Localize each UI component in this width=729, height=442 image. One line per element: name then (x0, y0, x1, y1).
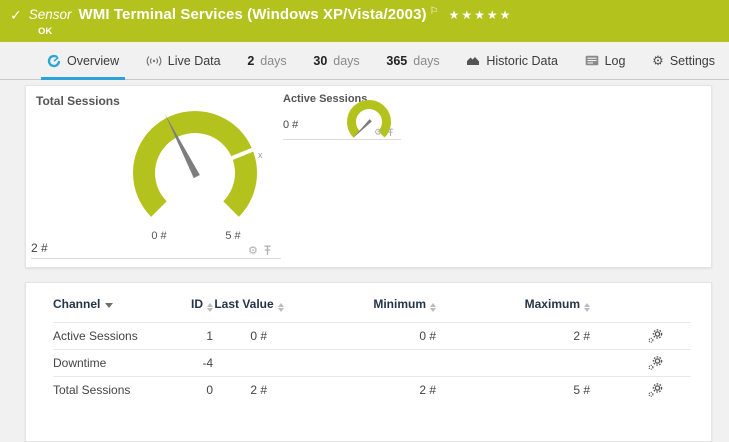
table-row: Total Sessions 0 2 # 2 # 5 # (53, 376, 691, 403)
divider (31, 258, 281, 259)
pin-icon[interactable] (387, 128, 394, 137)
channel-name: Downtime (53, 356, 173, 370)
tab-live-data[interactable]: Live Data (144, 42, 223, 79)
channel-last-value: 2 # (213, 383, 303, 397)
gear-icon[interactable]: ⚙ (374, 127, 382, 137)
tab-label: Overview (67, 54, 119, 68)
gauge-marker-label: x (258, 150, 263, 160)
channel-id: 0 (173, 383, 213, 397)
sensor-header: ✓ Sensor WMI Terminal Services (Windows … (0, 0, 729, 42)
tab-overview[interactable]: Overview (45, 42, 121, 79)
tab-unit: days (413, 54, 439, 68)
tab-label: Live Data (168, 54, 221, 68)
area-chart-icon (466, 55, 480, 66)
column-label: Last Value (214, 297, 273, 311)
table-row: Downtime -4 (53, 349, 691, 376)
column-header-maximum[interactable]: Maximum (436, 297, 590, 312)
total-sessions-current-value: 2 # (31, 241, 48, 255)
tab-bar: Overview Live Data 2 days 30 days 365 da… (0, 42, 729, 80)
tab-number: 30 (313, 54, 327, 68)
column-label: Minimum (373, 297, 426, 311)
table-header-row: Channel ID Last Value Minimum Maximum (53, 297, 691, 322)
tab-365-days[interactable]: 365 days (384, 42, 441, 79)
status-ok-check-icon: ✓ (10, 7, 22, 24)
column-header-id[interactable]: ID (173, 297, 213, 312)
gear-icon: ⚙ (652, 55, 664, 67)
priority-stars[interactable]: ★★★★★ (449, 8, 513, 22)
column-label: ID (191, 297, 203, 311)
channel-maximum: 5 # (436, 383, 590, 397)
overview-gauges-panel: Total Sessions x 0 # 5 # 2 # ⚙ Active Se… (25, 85, 712, 268)
flag-icon[interactable]: ⚐ (430, 6, 439, 17)
sensor-status-badge: OK (38, 26, 52, 37)
column-label: Channel (53, 297, 100, 311)
tab-label: Historic Data (486, 54, 558, 68)
object-kind-label: Sensor (29, 7, 72, 22)
tab-number: 365 (386, 54, 407, 68)
total-sessions-gauge-title: Total Sessions (36, 94, 120, 108)
gauge-scale-min-label: 0 # (139, 230, 179, 242)
broadcast-icon (146, 55, 162, 67)
column-label: Maximum (525, 297, 580, 311)
channel-settings-gears-icon[interactable] (648, 383, 663, 398)
column-header-last-value[interactable]: Last Value (213, 297, 303, 312)
channel-settings-gears-icon[interactable] (648, 329, 663, 344)
pin-icon[interactable] (263, 245, 272, 256)
total-sessions-gauge-actions: ⚙ (248, 245, 272, 256)
channel-settings-gears-icon[interactable] (648, 356, 663, 371)
channel-minimum: 0 # (303, 329, 436, 343)
channel-maximum: 2 # (436, 329, 590, 343)
channel-id: -4 (173, 356, 213, 370)
tab-unit: days (260, 54, 286, 68)
active-sessions-gauge (339, 94, 399, 150)
tab-label: Log (605, 54, 626, 68)
tab-label: Settings (670, 54, 715, 68)
channel-last-value: 0 # (213, 329, 303, 343)
column-header-minimum[interactable]: Minimum (303, 297, 436, 312)
tab-30-days[interactable]: 30 days (311, 42, 361, 79)
tab-historic-data[interactable]: Historic Data (464, 42, 560, 79)
active-sessions-gauge-actions: ⚙ (374, 127, 394, 137)
gauge-icon (47, 54, 61, 68)
divider (283, 139, 401, 140)
column-header-channel[interactable]: Channel (53, 297, 173, 311)
sensor-title: WMI Terminal Services (Windows XP/Vista/… (79, 6, 427, 23)
sorted-desc-icon (105, 303, 113, 308)
tab-number: 2 (247, 54, 254, 68)
channel-id: 1 (173, 329, 213, 343)
tab-settings[interactable]: ⚙ Settings (650, 42, 717, 79)
table-row: Active Sessions 1 0 # 0 # 2 # (53, 322, 691, 349)
sort-icon (278, 303, 284, 312)
channel-name: Active Sessions (53, 329, 173, 343)
log-list-icon (585, 55, 599, 66)
channel-name: Total Sessions (53, 383, 173, 397)
channel-table-panel: Channel ID Last Value Minimum Maximum Ac… (25, 282, 712, 442)
channel-minimum: 2 # (303, 383, 436, 397)
tab-unit: days (333, 54, 359, 68)
total-sessions-gauge: x (110, 98, 280, 248)
channel-table: Channel ID Last Value Minimum Maximum Ac… (26, 283, 711, 403)
gauge-scale-max-label: 5 # (213, 230, 253, 242)
tab-2-days[interactable]: 2 days (245, 42, 288, 79)
active-sessions-current-value: 0 # (283, 119, 298, 131)
gear-icon[interactable]: ⚙ (248, 246, 258, 256)
tab-log[interactable]: Log (583, 42, 628, 79)
sort-icon (584, 303, 590, 312)
